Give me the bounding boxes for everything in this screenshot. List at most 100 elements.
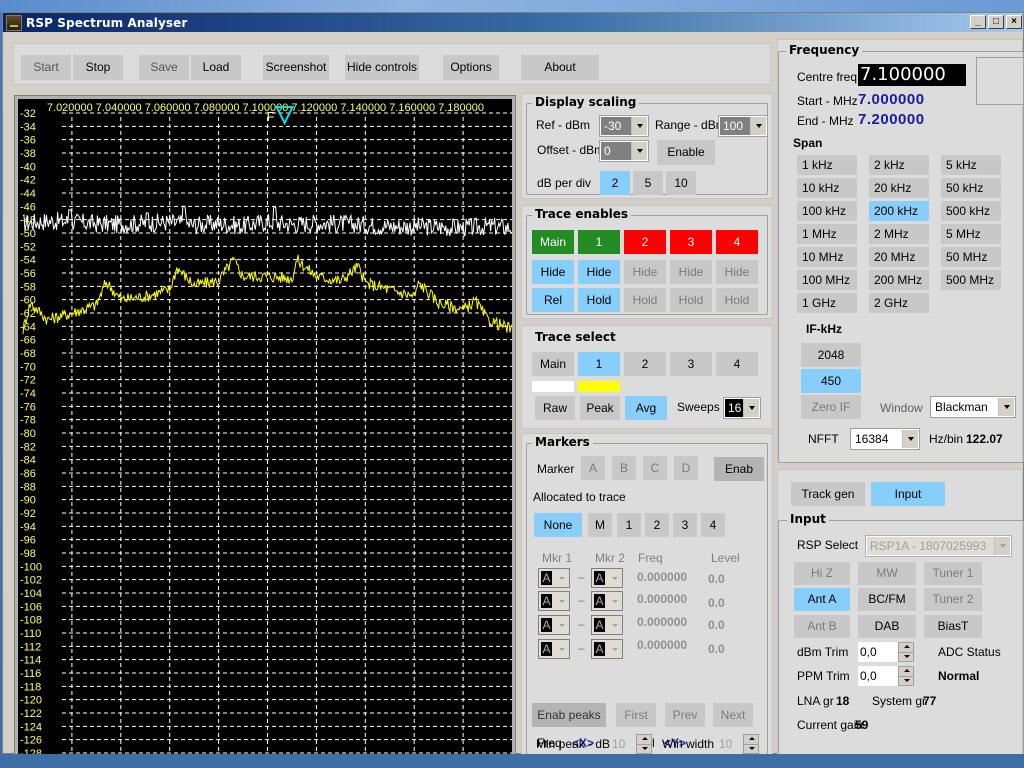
trace-select-3[interactable]: 3 xyxy=(670,352,712,376)
centre-freq-input[interactable]: 7.100000 xyxy=(858,64,966,86)
load-button[interactable]: Load xyxy=(191,55,241,80)
mkr2-dropdown[interactable]: A xyxy=(591,615,623,635)
span-button[interactable]: 20 kHz xyxy=(869,178,929,198)
spin-down-icon[interactable] xyxy=(637,744,651,753)
span-button[interactable]: 2 MHz xyxy=(869,224,929,244)
maximize-button[interactable]: □ xyxy=(988,15,1004,29)
mkr1-dropdown[interactable]: A xyxy=(538,639,570,659)
trace-hide-3[interactable]: Hide xyxy=(670,260,712,284)
nfft-dropdown[interactable]: 16384 xyxy=(850,428,920,450)
spin-up-icon[interactable] xyxy=(899,667,913,677)
span-button[interactable]: 5 kHz xyxy=(941,155,1001,175)
marker-enab-button[interactable]: Enab xyxy=(714,457,764,481)
span-button[interactable]: 200 kHz xyxy=(869,201,929,221)
marker-d-button[interactable]: D xyxy=(674,456,698,480)
db-per-div-10-button[interactable]: 10 xyxy=(666,171,696,195)
span-button[interactable]: 1 kHz xyxy=(797,155,857,175)
span-button[interactable]: 20 MHz xyxy=(869,247,929,267)
port-ant-b-button[interactable]: Ant B xyxy=(794,615,850,638)
enab-peaks-button[interactable]: Enab peaks xyxy=(532,703,606,727)
about-button[interactable]: About xyxy=(521,55,599,80)
save-button[interactable]: Save xyxy=(139,55,189,80)
span-button[interactable]: 1 MHz xyxy=(797,224,857,244)
trace-hide-4[interactable]: Hide xyxy=(716,260,758,284)
if-450-button[interactable]: 450 xyxy=(801,369,861,393)
start-button[interactable]: Start xyxy=(21,55,71,80)
port-hi-z-button[interactable]: Hi Z xyxy=(794,562,850,585)
trace-enable-main[interactable]: Main xyxy=(532,230,574,254)
span-button[interactable]: 5 MHz xyxy=(941,224,1001,244)
span-button[interactable]: 200 MHz xyxy=(869,270,929,290)
trace-hold-3[interactable]: Hold xyxy=(670,288,712,312)
span-button[interactable]: 1 GHz xyxy=(797,293,857,313)
minimize-button[interactable]: _ xyxy=(970,15,986,29)
span-button[interactable]: 100 kHz xyxy=(797,201,857,221)
trace-hold-4[interactable]: Hold xyxy=(716,288,758,312)
close-button[interactable]: × xyxy=(1006,15,1022,29)
mkr1-dropdown[interactable]: A xyxy=(538,615,570,635)
title-bar[interactable]: RSP Spectrum Analyser _ □ × xyxy=(3,13,1023,32)
allocated-4-button[interactable]: 4 xyxy=(701,513,725,537)
trace-enable-1[interactable]: 1 xyxy=(578,230,620,254)
mkr1-dropdown[interactable]: A xyxy=(538,568,570,588)
tab-track-gen[interactable]: Track gen xyxy=(791,482,865,506)
stop-button[interactable]: Stop xyxy=(73,55,123,80)
marker-a-button[interactable]: A xyxy=(581,456,605,480)
mkr2-dropdown[interactable]: A xyxy=(591,591,623,611)
trace-hold-1[interactable]: Hold xyxy=(578,288,620,312)
screenshot-button[interactable]: Screenshot xyxy=(263,55,329,80)
peak-button[interactable]: Peak xyxy=(580,396,620,420)
win-width-spinner[interactable]: 10 xyxy=(717,734,759,754)
tuner-2-button[interactable]: Tuner 2 xyxy=(924,588,982,611)
trace-select-1[interactable]: 1 xyxy=(578,352,620,376)
spin-down-icon[interactable] xyxy=(899,652,913,661)
trace-select-main[interactable]: Main xyxy=(532,352,574,376)
dbm-trim-value[interactable]: 0,0 xyxy=(858,642,898,662)
spin-down-icon[interactable] xyxy=(899,676,913,685)
db-per-div-2-button[interactable]: 2 xyxy=(600,171,630,195)
trace-hide-main[interactable]: Hide xyxy=(532,260,574,284)
offset-dropdown[interactable]: 0 xyxy=(599,140,649,162)
zero-if-button[interactable]: Zero IF xyxy=(801,395,861,419)
ppm-trim-value[interactable]: 0,0 xyxy=(858,666,898,686)
min-peak-spinner[interactable]: 10 xyxy=(610,734,652,754)
mkr2-dropdown[interactable]: A xyxy=(591,568,623,588)
allocated-1-button[interactable]: 1 xyxy=(617,513,641,537)
rsp-select-dropdown[interactable]: RSP1A - 1807025993 xyxy=(865,535,1012,557)
spin-up-icon[interactable] xyxy=(744,735,758,745)
range-dropdown[interactable]: 100 xyxy=(718,115,768,137)
next-peak-button[interactable]: Next xyxy=(713,703,753,727)
allocated-3-button[interactable]: 3 xyxy=(673,513,697,537)
span-button[interactable]: 100 MHz xyxy=(797,270,857,290)
trace-hide-2[interactable]: Hide xyxy=(624,260,666,284)
span-button[interactable]: 500 kHz xyxy=(941,201,1001,221)
port-dab-button[interactable]: DAB xyxy=(858,615,916,638)
trace-rel-main[interactable]: Rel xyxy=(532,288,574,312)
enable-offset-button[interactable]: Enable xyxy=(657,140,715,165)
port-ant-a-button[interactable]: Ant A xyxy=(794,588,850,611)
trace-enable-2[interactable]: 2 xyxy=(624,230,666,254)
first-peak-button[interactable]: First xyxy=(616,703,656,727)
hide-controls-button[interactable]: Hide controls xyxy=(345,55,419,80)
trace-enable-3[interactable]: 3 xyxy=(670,230,712,254)
dbm-trim-spinner[interactable]: 0,0 xyxy=(858,642,914,662)
raw-button[interactable]: Raw xyxy=(535,396,575,420)
if-2048-button[interactable]: 2048 xyxy=(801,343,861,367)
db-per-div-5-button[interactable]: 5 xyxy=(633,171,663,195)
window-dropdown[interactable]: Blackman xyxy=(930,396,1016,418)
bias-t-button[interactable]: BiasT xyxy=(924,615,982,638)
trace-enable-4[interactable]: 4 xyxy=(716,230,758,254)
trace-select-4[interactable]: 4 xyxy=(716,352,758,376)
port-mw-button[interactable]: MW xyxy=(858,562,916,585)
avg-button[interactable]: Avg xyxy=(625,396,667,420)
trace-hide-1[interactable]: Hide xyxy=(578,260,620,284)
trace-select-2[interactable]: 2 xyxy=(624,352,666,376)
allocated-m-button[interactable]: M xyxy=(588,513,612,537)
span-button[interactable]: 50 MHz xyxy=(941,247,1001,267)
span-button[interactable]: 2 GHz xyxy=(869,293,929,313)
allocated-2-button[interactable]: 2 xyxy=(645,513,669,537)
port-bc-fm-button[interactable]: BC/FM xyxy=(858,588,916,611)
spectrum-display[interactable]: -32 -34 -36 -38 -40 -42 -44 -46 -48 -50 -52 -54 -56-… xyxy=(18,99,512,757)
ppm-trim-spinner[interactable]: 0,0 xyxy=(858,666,914,686)
span-button[interactable]: 50 kHz xyxy=(941,178,1001,198)
